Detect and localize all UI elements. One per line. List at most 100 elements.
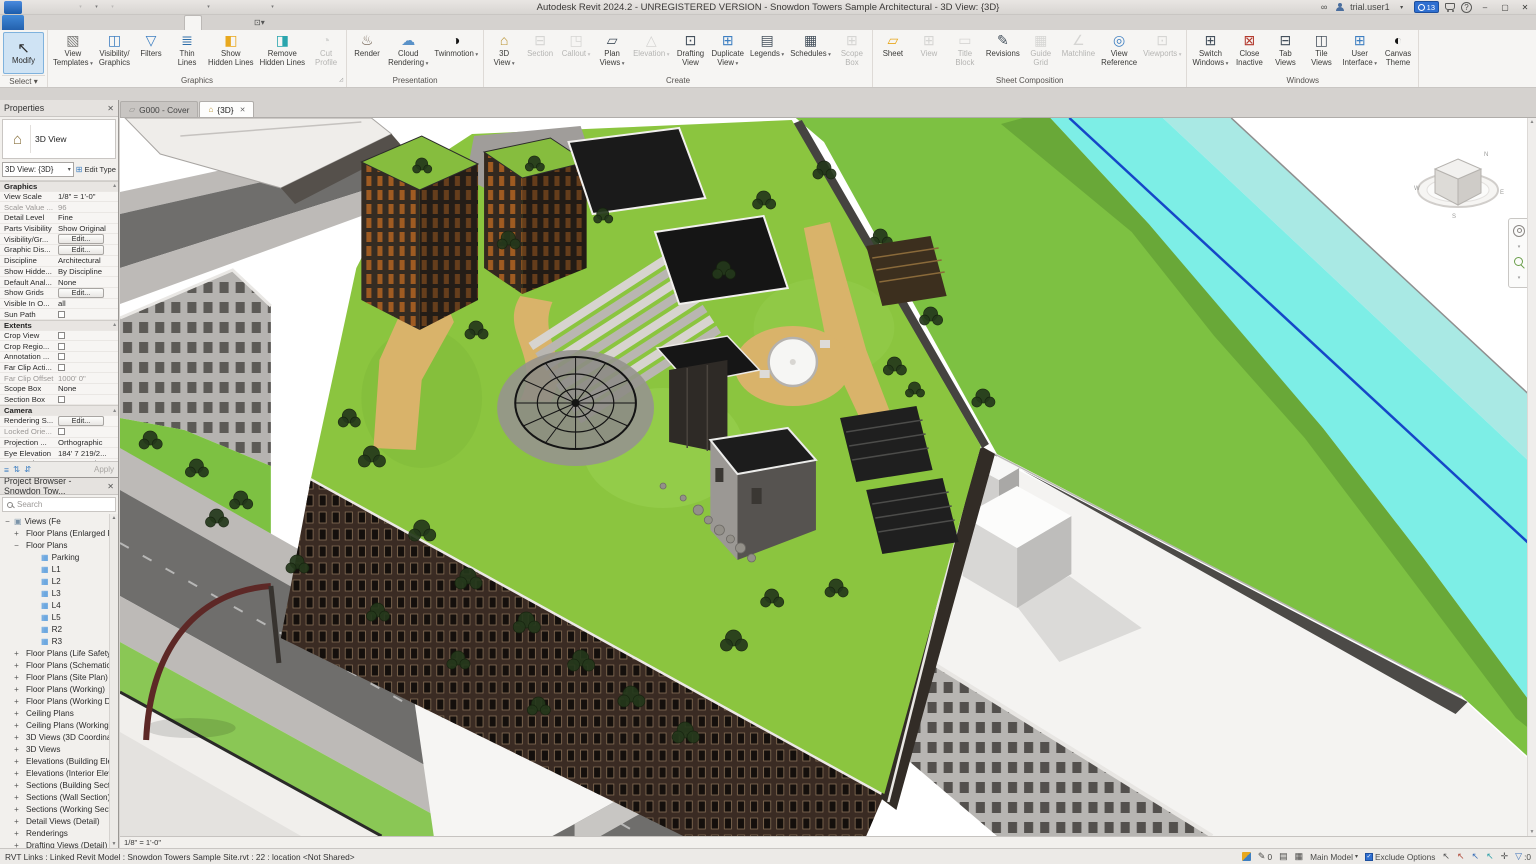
qat-button[interactable] [186, 1, 198, 13]
qat-button[interactable] [74, 1, 86, 13]
browser-tree-item[interactable]: + Elevations (Building Elevati [0, 755, 118, 767]
ribbon-button[interactable]: ◨Remove Hidden Lines [257, 31, 309, 75]
property-checkbox[interactable] [58, 353, 65, 360]
tree-expander-icon[interactable]: + [13, 769, 20, 778]
active-workset-icon[interactable]: ▤ [1279, 851, 1288, 862]
browser-tree-item[interactable]: + Drafting Views (Detail) [0, 839, 118, 848]
property-value[interactable]: Fine [58, 213, 116, 222]
property-value[interactable]: all [58, 299, 116, 308]
browser-tree-item[interactable]: + Floor Plans (Enlarged Plan) [0, 527, 118, 539]
browser-tree-item[interactable]: ▦ L3 [0, 587, 118, 599]
qat-button[interactable] [138, 1, 150, 13]
qat-button[interactable] [42, 1, 54, 13]
browser-tree-item[interactable]: + 3D Views [0, 743, 118, 755]
browser-tree-item[interactable]: + Sections (Building Section) [0, 779, 118, 791]
view-tab[interactable]: ⌂ {3D} ✕ [199, 101, 254, 117]
qat-button[interactable] [4, 1, 22, 14]
tree-expander-icon[interactable]: + [13, 721, 20, 730]
browser-tree-item[interactable]: − ▣ Views (Fe [0, 515, 118, 527]
panel-display-options-icon[interactable]: ⊡▾ [254, 18, 265, 27]
property-value[interactable]: None [58, 384, 116, 393]
property-checkbox[interactable] [58, 332, 65, 339]
property-value[interactable]: 1/8" = 1'-0" [58, 192, 116, 201]
close-button[interactable]: ✕ [1518, 3, 1532, 12]
tree-expander-icon[interactable]: + [13, 697, 20, 706]
ribbon-button[interactable]: ◑Twinmotion [431, 31, 481, 75]
property-value[interactable]: Architectural [58, 256, 116, 265]
qat-button[interactable] [26, 1, 38, 13]
sort-ascending-icon[interactable]: ⇅ [13, 464, 20, 475]
browser-tree-item[interactable]: + Sections (Working Section) [0, 803, 118, 815]
property-value[interactable]: None [58, 278, 116, 287]
tree-expander-icon[interactable]: − [4, 517, 11, 526]
edit-type-button[interactable]: ⊞Edit Type [76, 165, 116, 174]
property-checkbox[interactable] [58, 343, 65, 350]
ribbon-button[interactable]: ✎Revisions [983, 31, 1023, 75]
trial-time-badge[interactable]: 13 [1414, 1, 1439, 13]
user-menu-caret-icon[interactable]: ▾ [1396, 1, 1408, 13]
browser-tree-item[interactable]: + Ceiling Plans [0, 707, 118, 719]
property-value[interactable]: 96 [58, 203, 116, 212]
qat-button[interactable] [202, 1, 214, 13]
ribbon-tab[interactable] [218, 15, 234, 30]
signed-in-user[interactable]: trial.user1 [1350, 2, 1390, 12]
ribbon-button[interactable]: ⊟Tab Views [1267, 31, 1303, 75]
exclude-options-checkbox[interactable]: ✓Exclude Options [1365, 852, 1435, 862]
view-scale-control[interactable]: 1/8" = 1'-0" [124, 838, 161, 847]
ribbon-button[interactable]: ▱Sheet [875, 31, 911, 75]
type-selector-dropdown[interactable]: 3D View: {3D}▾ [2, 162, 74, 177]
view-tab[interactable]: ▱ G000 - Cover ✕ [120, 101, 198, 117]
qat-button[interactable] [154, 1, 166, 13]
browser-tree-item[interactable]: ▦ R3 [0, 635, 118, 647]
tree-expander-icon[interactable]: + [13, 745, 20, 754]
tree-expander-icon[interactable]: + [13, 817, 20, 826]
browser-tree-item[interactable]: ▦ L4 [0, 599, 118, 611]
ribbon-button[interactable]: ▦Schedules [787, 31, 834, 75]
ribbon-button[interactable]: ⊞Switch Windows [1189, 31, 1231, 75]
tree-expander-icon[interactable]: + [13, 709, 20, 718]
browser-tree-item[interactable]: + Elevations (Interior Elevatio [0, 767, 118, 779]
ribbon-button[interactable]: ≣Thin Lines [169, 31, 205, 75]
ribbon-button[interactable]: ◎View Reference [1098, 31, 1140, 75]
ribbon-button[interactable]: ⊡Drafting View [672, 31, 708, 75]
browser-tree-item[interactable]: + Sections (Wall Section) [0, 791, 118, 803]
ribbon-tab[interactable] [72, 15, 88, 30]
ribbon-tab[interactable] [168, 15, 184, 30]
ribbon-button[interactable]: ⊞User Interface [1339, 31, 1380, 75]
property-edit-button[interactable]: Edit... [58, 234, 104, 244]
selection-toggle[interactable]: ↖ [1442, 851, 1452, 862]
browser-tree-item[interactable]: + Floor Plans (Schematic Pla [0, 659, 118, 671]
tree-expander-icon[interactable]: − [13, 541, 20, 550]
property-edit-button[interactable]: Edit... [58, 288, 104, 298]
browser-tree-item[interactable]: + Floor Plans (Working) [0, 683, 118, 695]
ribbon-tab[interactable] [104, 15, 120, 30]
tree-expander-icon[interactable]: + [13, 793, 20, 802]
project-browser-close-icon[interactable]: ✕ [107, 482, 114, 491]
selection-toggle[interactable]: ↖ [1486, 851, 1496, 862]
selection-toggle[interactable]: ✛ [1501, 851, 1511, 862]
ribbon-tab[interactable] [88, 15, 104, 30]
browser-tree-item[interactable]: + 3D Views (3D Coordination [0, 731, 118, 743]
tree-expander-icon[interactable]: + [13, 829, 20, 838]
ribbon-button[interactable]: ◔Cut Profile [308, 31, 344, 75]
ribbon-button[interactable]: ◳Callout [558, 31, 594, 75]
property-edit-button[interactable]: Edit... [58, 416, 104, 426]
ribbon-tab[interactable] [234, 15, 250, 30]
ribbon-tab[interactable] [152, 15, 168, 30]
tree-expander-icon[interactable]: + [13, 685, 20, 694]
properties-help-icon[interactable]: ≡ [4, 465, 9, 475]
property-checkbox[interactable] [58, 396, 65, 403]
ribbon-tab[interactable] [136, 15, 152, 30]
type-selector[interactable]: ⌂ 3D View [2, 119, 116, 159]
browser-tree-item[interactable]: + Floor Plans (Life Safety Pla [0, 647, 118, 659]
property-checkbox[interactable] [58, 311, 65, 318]
ribbon-button[interactable]: ▱Plan Views [594, 31, 630, 75]
minimize-button[interactable]: – [1478, 3, 1492, 12]
help-icon[interactable]: ? [1461, 2, 1472, 13]
search-binoculars-icon[interactable]: ∞ [1318, 1, 1330, 13]
worksets-icon[interactable] [1242, 852, 1251, 861]
qat-button[interactable] [58, 1, 70, 13]
qat-button[interactable] [250, 1, 262, 13]
ribbon-button[interactable]: ⊞View [911, 31, 947, 75]
browser-tree-item[interactable]: + Floor Plans (Site Plan) [0, 671, 118, 683]
